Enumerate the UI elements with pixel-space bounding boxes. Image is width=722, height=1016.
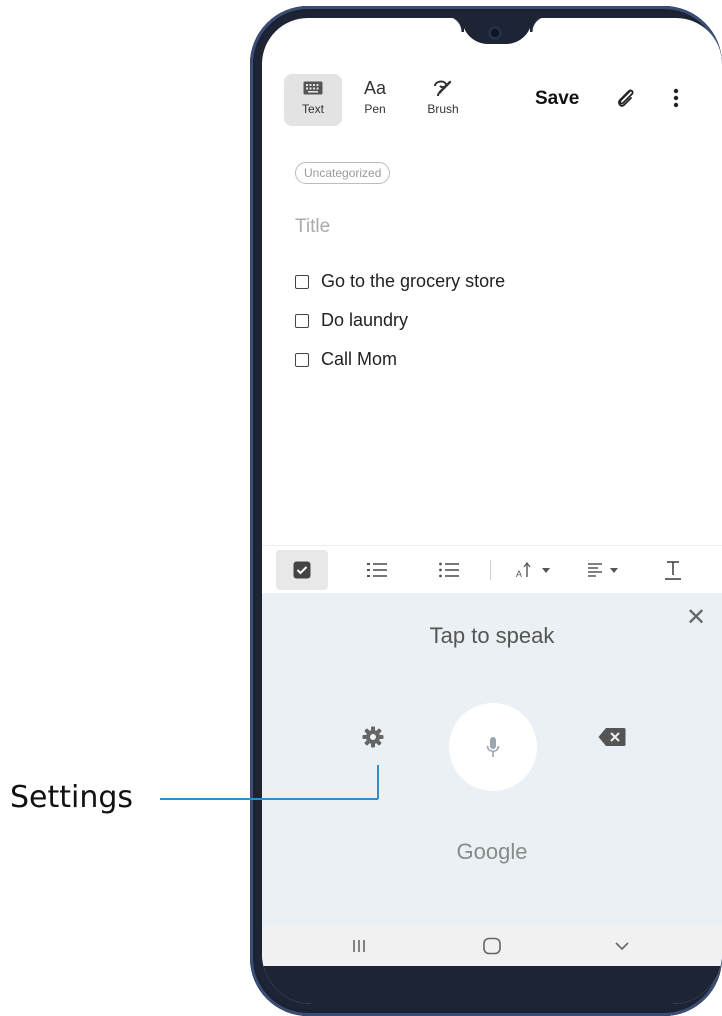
- navigation-bar: [262, 926, 722, 966]
- bullet-list-button[interactable]: [434, 554, 464, 586]
- text-mode-button[interactable]: Text: [284, 74, 342, 126]
- brush-mode-button[interactable]: Brush: [414, 74, 472, 126]
- brush-mode-label: Brush: [427, 102, 459, 116]
- save-button[interactable]: Save: [535, 88, 579, 110]
- checkbox[interactable]: [295, 274, 309, 289]
- pen-icon: Aa: [346, 74, 404, 102]
- text-style-button[interactable]: [658, 554, 688, 586]
- front-camera-icon: [488, 26, 502, 40]
- callout-line: [377, 765, 379, 799]
- align-left-icon: [588, 563, 618, 577]
- callout-line: [160, 798, 378, 800]
- checklist-item-text: Do laundry: [321, 310, 409, 330]
- checklist-item-text: Go to the grocery store: [321, 271, 506, 291]
- google-branding: Google: [456, 839, 528, 864]
- phone-screen: Text Aa Pen Brush Save Uncategorized Tit…: [262, 18, 722, 1004]
- note-title-field[interactable]: Title: [295, 216, 330, 238]
- checklist-item[interactable]: Call Mom: [295, 340, 505, 379]
- hide-keyboard-icon[interactable]: [607, 934, 637, 958]
- brush-icon: [414, 74, 472, 102]
- note-toolbar: Text Aa Pen Brush Save: [262, 72, 722, 126]
- category-chip[interactable]: Uncategorized: [295, 162, 391, 184]
- phone-chin: [262, 966, 722, 1004]
- camera-notch: [446, 18, 548, 44]
- checklist-item[interactable]: Do laundry: [295, 301, 505, 340]
- microphone-icon: [486, 737, 500, 757]
- font-size-button[interactable]: A: [512, 554, 558, 586]
- microphone-button[interactable]: [449, 703, 537, 791]
- checkbox-checked-icon: [293, 561, 311, 579]
- numbered-list-button[interactable]: [362, 554, 392, 586]
- home-icon[interactable]: [477, 934, 507, 958]
- pen-mode-button[interactable]: Aa Pen: [346, 74, 404, 126]
- text-style-icon: [665, 561, 681, 580]
- checklist-item[interactable]: Go to the grocery store: [295, 262, 505, 301]
- formatting-bar: A: [262, 545, 722, 594]
- toolbar-divider: [490, 560, 491, 580]
- bullet-list-icon: [439, 562, 459, 578]
- checkbox[interactable]: [295, 352, 309, 367]
- recent-apps-icon[interactable]: [344, 934, 374, 958]
- font-size-icon: A: [516, 562, 550, 579]
- checkbox[interactable]: [295, 313, 309, 328]
- checklist-toggle-button[interactable]: [276, 550, 328, 590]
- checklist: Go to the grocery store Do laundry Call …: [295, 262, 505, 379]
- settings-gear-icon[interactable]: [361, 725, 385, 754]
- attach-icon[interactable]: [614, 86, 638, 115]
- more-options-icon[interactable]: [672, 86, 680, 115]
- backspace-icon[interactable]: [598, 727, 626, 752]
- pen-glyph: Aa: [363, 77, 387, 98]
- voice-input-panel: ✕ Tap to speak Google: [262, 593, 722, 926]
- svg-text:A: A: [516, 569, 522, 579]
- keyboard-icon: [284, 74, 342, 102]
- pen-mode-label: Pen: [364, 102, 386, 116]
- tap-to-speak-text: Tap to speak: [429, 623, 555, 648]
- paragraph-align-button[interactable]: [584, 554, 630, 586]
- callout-label: Settings: [10, 780, 134, 815]
- checklist-item-text: Call Mom: [321, 349, 398, 369]
- text-mode-label: Text: [301, 102, 324, 116]
- numbered-list-icon: [367, 563, 387, 577]
